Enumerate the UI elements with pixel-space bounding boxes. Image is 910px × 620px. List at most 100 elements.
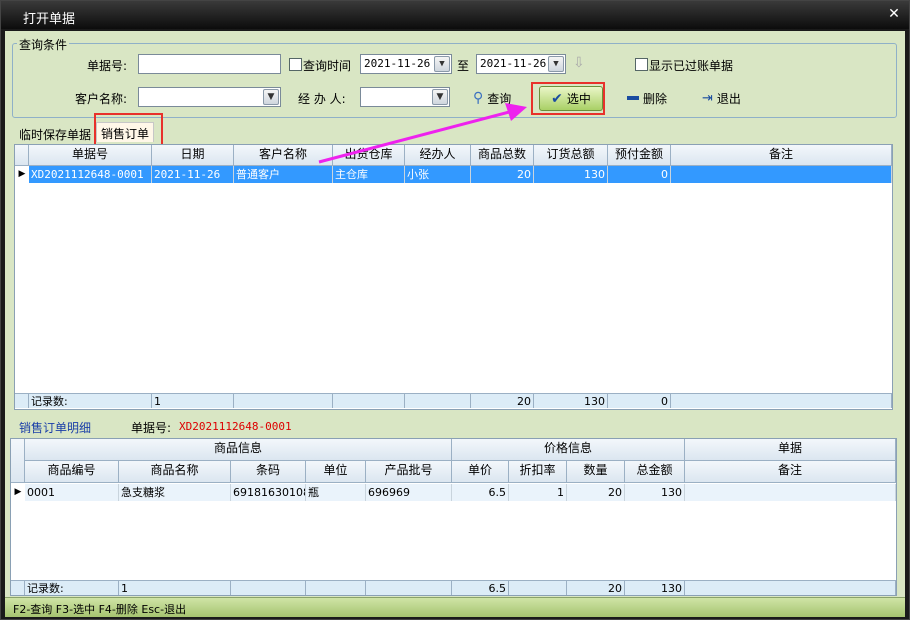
close-icon[interactable]: ✕ [887, 6, 901, 22]
col-bill-no[interactable]: 单据号 [29, 145, 152, 166]
show-posted-checkbox[interactable] [635, 58, 648, 71]
summary-spacer [15, 393, 29, 408]
col-barcode[interactable]: 条码 [231, 461, 306, 483]
col-price[interactable]: 单价 [452, 461, 509, 483]
query-time-label: 查询时间 [303, 59, 352, 73]
handler-label: 经 办 人: [298, 92, 346, 106]
detail-section-bar: 销售订单明细 单据号: XD2021112648-0001 [5, 414, 905, 438]
cell-bill-no: XD2021112648-0001 [29, 166, 152, 183]
query-time-checkbox[interactable] [289, 58, 302, 71]
col-total[interactable]: 总金额 [625, 461, 685, 483]
exit-button-label: 退出 [716, 91, 741, 106]
tab-temp-saved[interactable]: 临时保存单据 [19, 126, 91, 143]
col-product-code[interactable]: 商品编号 [25, 461, 119, 483]
col-remark[interactable]: 备注 [671, 145, 892, 166]
summary-prepaid: 0 [608, 393, 671, 408]
col-customer[interactable]: 客户名称 [234, 145, 333, 166]
summary-total: 130 [625, 580, 685, 595]
summary-spacer [11, 580, 25, 595]
orders-grid: 单据号 日期 客户名称 出货仓库 经办人 商品总数 订货总额 预付金额 备注 ▶… [14, 144, 893, 410]
chevron-down-icon[interactable]: ▼ [263, 89, 279, 105]
row-header-corner [11, 439, 25, 483]
delete-button[interactable]: 删除 [627, 87, 667, 109]
detail-bill-value: XD2021112648-0001 [179, 420, 292, 433]
delete-button-label: 删除 [643, 91, 668, 106]
group-header-bill: 单据 [685, 439, 896, 461]
summary-price: 6.5 [452, 580, 509, 595]
date-from-picker[interactable]: 2021-11-26 ▼ [360, 54, 452, 74]
dialog-body: 查询条件 单据号: 查询时间 2021-11-26 ▼ 至 2021-11-26… [5, 31, 905, 617]
to-label: 至 [457, 59, 470, 73]
query-conditions-legend: 查询条件 [17, 36, 70, 53]
summary-empty [509, 580, 567, 595]
col-handler[interactable]: 经办人 [405, 145, 471, 166]
group-header-price: 价格信息 [452, 439, 685, 461]
summary-amount: 130 [534, 393, 608, 408]
annotation-highlight-tab [94, 113, 163, 148]
summary-empty [405, 393, 471, 408]
search-button-label: 查询 [487, 91, 512, 106]
date-from-value: 2021-11-26 [364, 57, 431, 70]
cell-prepaid: 0 [608, 166, 671, 183]
row-pointer-icon: ▶ [18, 169, 26, 179]
summary-empty [234, 393, 333, 408]
cell-qty: 20 [567, 484, 625, 501]
col-warehouse[interactable]: 出货仓库 [333, 145, 405, 166]
date-to-picker[interactable]: 2021-11-26 ▼ [476, 54, 566, 74]
search-button[interactable]: ⚲ 查询 [473, 87, 511, 109]
handler-combo[interactable]: ▼ [360, 87, 450, 107]
customer-combo[interactable]: ▼ [138, 87, 281, 107]
cell-discount: 1 [509, 484, 567, 501]
summary-qty: 20 [567, 580, 625, 595]
summary-qty: 20 [471, 393, 534, 408]
col-unit[interactable]: 单位 [306, 461, 366, 483]
cell-remark [685, 484, 896, 501]
customer-label: 客户名称: [75, 92, 128, 106]
col-discount[interactable]: 折扣率 [509, 461, 567, 483]
summary-empty [231, 580, 306, 595]
summary-empty [671, 393, 892, 408]
cell-total: 130 [625, 484, 685, 501]
summary-empty [366, 580, 452, 595]
col-prepaid[interactable]: 预付金额 [608, 145, 671, 166]
status-bar: F2-查询 F3-选中 F4-删除 Esc-退出 [5, 597, 905, 617]
cell-warehouse: 主仓库 [333, 166, 405, 183]
col-qty[interactable]: 商品总数 [471, 145, 534, 166]
chevron-down-icon[interactable]: ▼ [432, 89, 448, 105]
arrow-down-icon: ⇩ [573, 55, 585, 71]
show-posted-label: 显示已过账单据 [649, 59, 734, 73]
date-to-value: 2021-11-26 [480, 57, 547, 70]
detail-title: 销售订单明细 [19, 421, 92, 435]
search-icon: ⚲ [473, 90, 484, 106]
cell-amount: 130 [534, 166, 608, 183]
cell-price: 6.5 [452, 484, 509, 501]
group-header-product: 商品信息 [25, 439, 452, 461]
summary-count: 1 [152, 393, 234, 408]
cell-date: 2021-11-26 [152, 166, 234, 183]
exit-button[interactable]: ⇥ 退出 [702, 87, 741, 109]
annotation-highlight-select [531, 82, 605, 115]
chevron-down-icon[interactable]: ▼ [548, 56, 564, 72]
bill-no-label: 单据号: [87, 59, 128, 73]
bill-no-input[interactable] [138, 54, 281, 74]
title-bar[interactable]: 打开单据 ✕ [1, 1, 909, 29]
open-bill-dialog: 打开单据 ✕ 查询条件 单据号: 查询时间 2021-11-26 ▼ 至 202… [0, 0, 910, 620]
col-date[interactable]: 日期 [152, 145, 234, 166]
cell-unit: 瓶 [306, 484, 366, 501]
cell-handler: 小张 [405, 166, 471, 183]
summary-label: 记录数: [25, 580, 119, 595]
shortcut-hints: F2-查询 F3-选中 F4-删除 Esc-退出 [13, 603, 187, 616]
window-title: 打开单据 [23, 12, 76, 27]
col-batch[interactable]: 产品批号 [366, 461, 452, 483]
row-header-corner [15, 145, 29, 166]
cell-barcode: 6918163010887 [231, 484, 306, 501]
cell-batch: 696969 [366, 484, 452, 501]
col-product-name[interactable]: 商品名称 [119, 461, 231, 483]
col-remark[interactable]: 备注 [685, 461, 896, 483]
summary-empty [306, 580, 366, 595]
col-amount[interactable]: 订货总额 [534, 145, 608, 166]
col-qty[interactable]: 数量 [567, 461, 625, 483]
cell-product-code: 0001 [25, 484, 119, 501]
summary-empty [333, 393, 405, 408]
chevron-down-icon[interactable]: ▼ [434, 56, 450, 72]
